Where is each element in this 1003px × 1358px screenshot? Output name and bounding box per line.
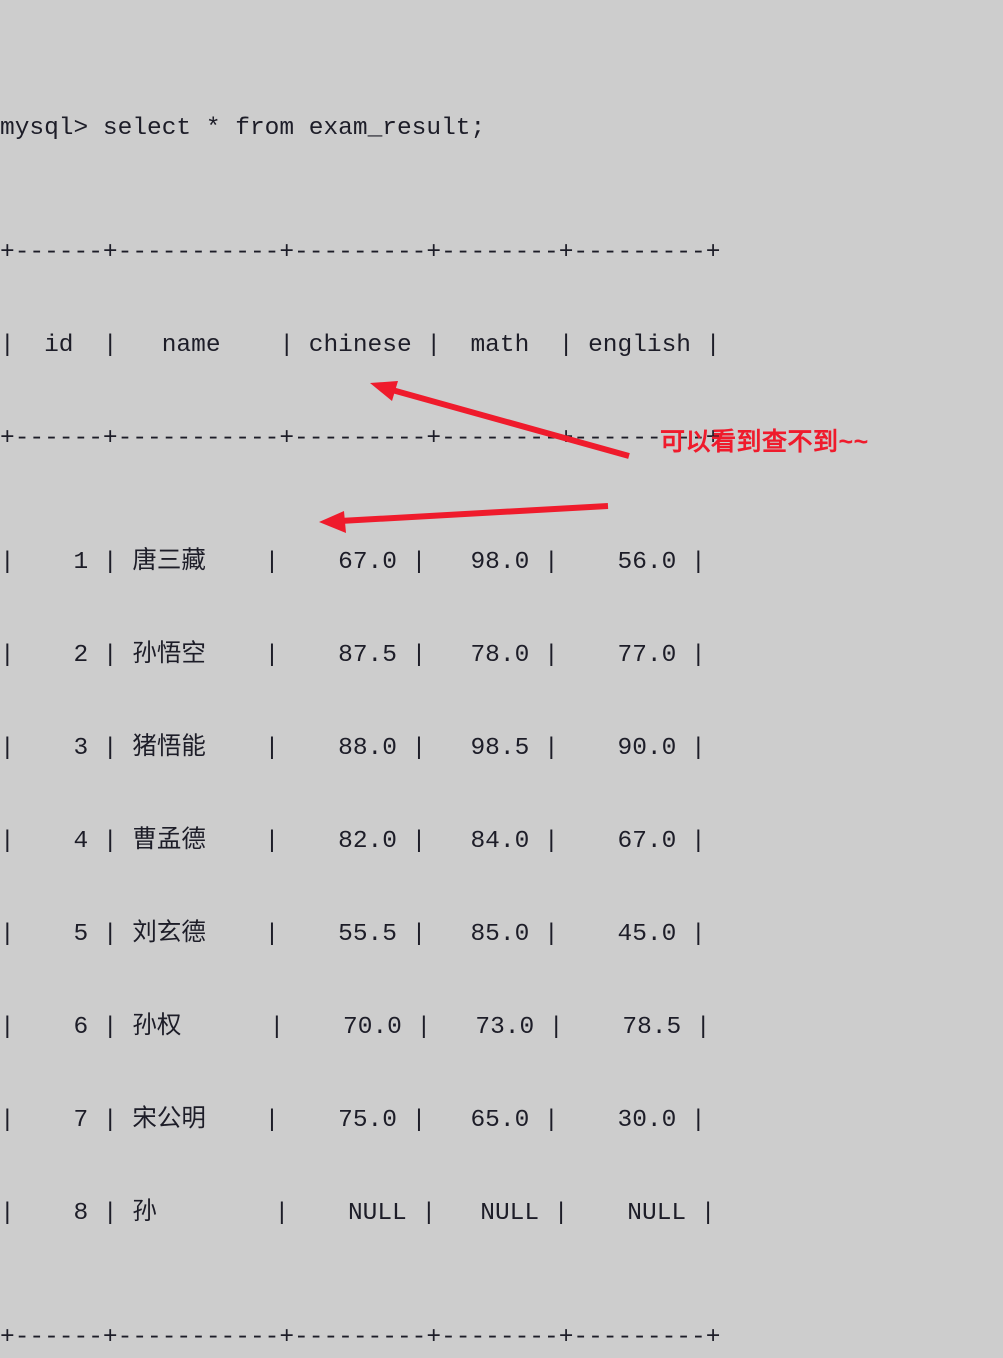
table-row: | 2 | 孙悟空 | 87.5 | 78.0 | 77.0 |: [0, 642, 706, 669]
table-row: | 1 | 唐三藏 | 67.0 | 98.0 | 56.0 |: [0, 549, 706, 576]
table-row: | 8 | 孙 | NULL | NULL | NULL |: [0, 1200, 716, 1227]
command-text-1: select * from exam_result;: [102, 115, 486, 142]
annotation-label: 可以看到查不到~~: [660, 428, 869, 456]
table-border-top: +------+-----------+---------+--------+-…: [0, 239, 721, 266]
terminal-output[interactable]: mysql> select * from exam_result; +-----…: [0, 0, 1003, 1358]
command-line-1: mysql> select * from exam_result;: [0, 113, 1003, 144]
table-row: | 7 | 宋公明 | 75.0 | 65.0 | 30.0 |: [0, 1107, 706, 1134]
table-row: | 3 | 猪悟能 | 88.0 | 98.5 | 90.0 |: [0, 735, 706, 762]
terminal-screen[interactable]: mysql> select * from exam_result; +-----…: [0, 0, 1003, 1351]
table-row: | 5 | 刘玄德 | 55.5 | 85.0 | 45.0 |: [0, 921, 706, 948]
prompt-1: mysql>: [0, 115, 103, 142]
table-header-row: | id | name | chinese | math | english |: [0, 332, 721, 359]
table-row: | 4 | 曹孟德 | 82.0 | 84.0 | 67.0 |: [0, 828, 706, 855]
table-border-bottom: +------+-----------+---------+--------+-…: [0, 1324, 721, 1351]
table-row: | 6 | 孙权 | 70.0 | 73.0 | 78.5 |: [0, 1014, 711, 1041]
